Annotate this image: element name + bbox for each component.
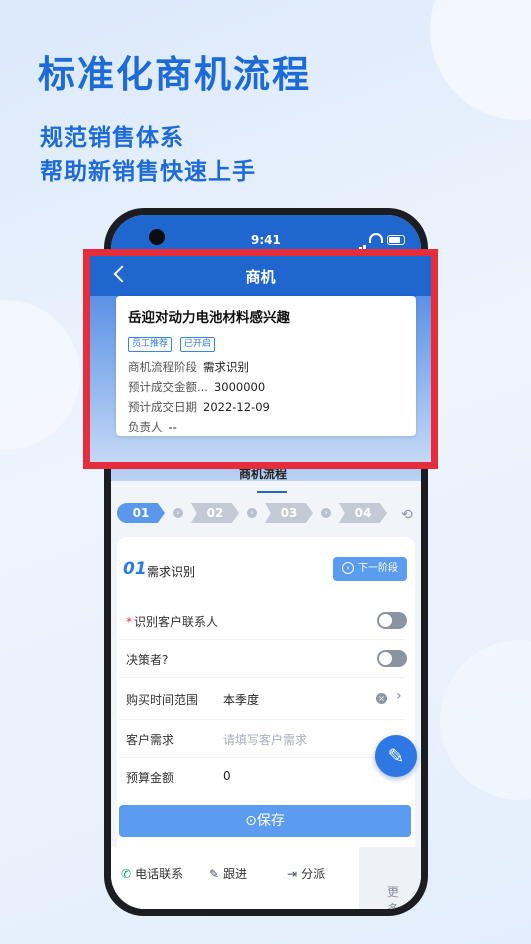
purchase-time-value[interactable]: 本季度 — [223, 691, 259, 708]
purchase-time-label: 购买时间范围 — [126, 693, 199, 707]
next-arrow-icon: › — [342, 562, 354, 574]
tag-employee-referral: 员工推荐 — [128, 337, 173, 352]
status-time: 9:41 — [251, 233, 281, 247]
stage-stepper: 01 › 02 › 03 › 04 — [111, 503, 421, 533]
form-row-decision-maker: 决策者? — [119, 639, 407, 678]
status-bar: 9:41 — [111, 215, 421, 254]
promo-subtitle-1: 规范销售体系 — [40, 125, 184, 151]
decision-maker-label: 决策者? — [126, 653, 169, 667]
step-03[interactable]: 03 — [265, 503, 313, 523]
top-nav-bar: 商机 — [90, 256, 431, 296]
form-row-purchase-time[interactable]: 购买时间范围 本季度 × › — [119, 677, 405, 720]
identify-contact-toggle[interactable] — [377, 612, 407, 629]
customer-needs-label: 客户需求 — [126, 733, 175, 747]
opportunity-info-card[interactable]: 岳迎对动力电池材料感兴趣 员工推荐 已开启 商机流程阶段 需求识别 预计成交金额.… — [116, 296, 416, 436]
page-title: 商机 — [245, 268, 276, 286]
field-amount: 预计成交金额... 3000000 — [128, 380, 266, 394]
field-stage: 商机流程阶段 需求识别 — [128, 360, 249, 374]
identify-contact-label: 识别客户联系人 — [134, 615, 219, 629]
pencil-icon: ✎ — [387, 744, 405, 768]
step-04[interactable]: 04 — [339, 503, 387, 523]
refresh-icon[interactable]: ⟲ — [401, 507, 413, 523]
edit-note-icon: ✎ — [209, 867, 220, 881]
form-row-customer-needs[interactable]: 客户需求 请填写客户需求 — [119, 719, 405, 758]
camera-icon — [149, 229, 165, 245]
promo-headline: 标准化商机流程 — [38, 53, 311, 96]
required-mark: * — [126, 615, 132, 629]
step-arrow-icon: › — [247, 508, 257, 518]
clear-icon[interactable]: × — [376, 693, 387, 704]
edit-fab-button[interactable]: ✎ — [375, 735, 417, 777]
step-01[interactable]: 01 — [117, 503, 165, 523]
field-close-date: 预计成交日期 2022-12-09 — [128, 400, 270, 414]
highlight-frame: 商机 岳迎对动力电池材料感兴趣 员工推荐 已开启 商机流程阶段 需求识别 预计成交… — [83, 249, 438, 469]
tab-indicator — [257, 491, 287, 493]
call-button[interactable]: ✆ 电话联系 — [121, 865, 183, 882]
phone-icon: ✆ — [121, 867, 132, 881]
decision-maker-toggle[interactable] — [377, 650, 407, 667]
budget-input[interactable]: 0 — [223, 769, 231, 783]
save-button[interactable]: ⊙保存 — [119, 805, 411, 837]
tag-opened: 已开启 — [180, 337, 216, 352]
battery-icon — [387, 235, 405, 245]
budget-label: 预算金额 — [126, 771, 175, 785]
opportunity-title: 岳迎对动力电池材料感兴趣 — [128, 310, 290, 326]
more-button[interactable]: ··· 更多 — [359, 847, 421, 909]
stage-name: 需求识别 — [147, 565, 196, 579]
step-02[interactable]: 02 — [191, 503, 239, 523]
step-arrow-icon: › — [321, 508, 331, 518]
wifi-icon — [369, 233, 383, 243]
customer-needs-input[interactable]: 请填写客户需求 — [223, 731, 307, 748]
form-row-identify-contact: * 识别客户联系人 — [119, 601, 407, 640]
assign-button[interactable]: ⇥ 分派 — [287, 865, 325, 882]
check-circle-icon: ⊙ — [245, 813, 257, 829]
promo-subtitle-2: 帮助新销售快速上手 — [40, 159, 256, 185]
chevron-right-icon[interactable]: › — [396, 688, 402, 704]
assign-icon: ⇥ — [287, 867, 298, 881]
follow-up-button[interactable]: ✎ 跟进 — [209, 865, 247, 882]
field-owner: 负责人 -- — [128, 420, 177, 434]
stage-number: 01 — [123, 559, 147, 579]
form-row-budget[interactable]: 预算金额 0 — [119, 757, 405, 795]
next-stage-button[interactable]: › 下一阶段 — [333, 557, 407, 581]
step-arrow-icon: › — [173, 508, 183, 518]
